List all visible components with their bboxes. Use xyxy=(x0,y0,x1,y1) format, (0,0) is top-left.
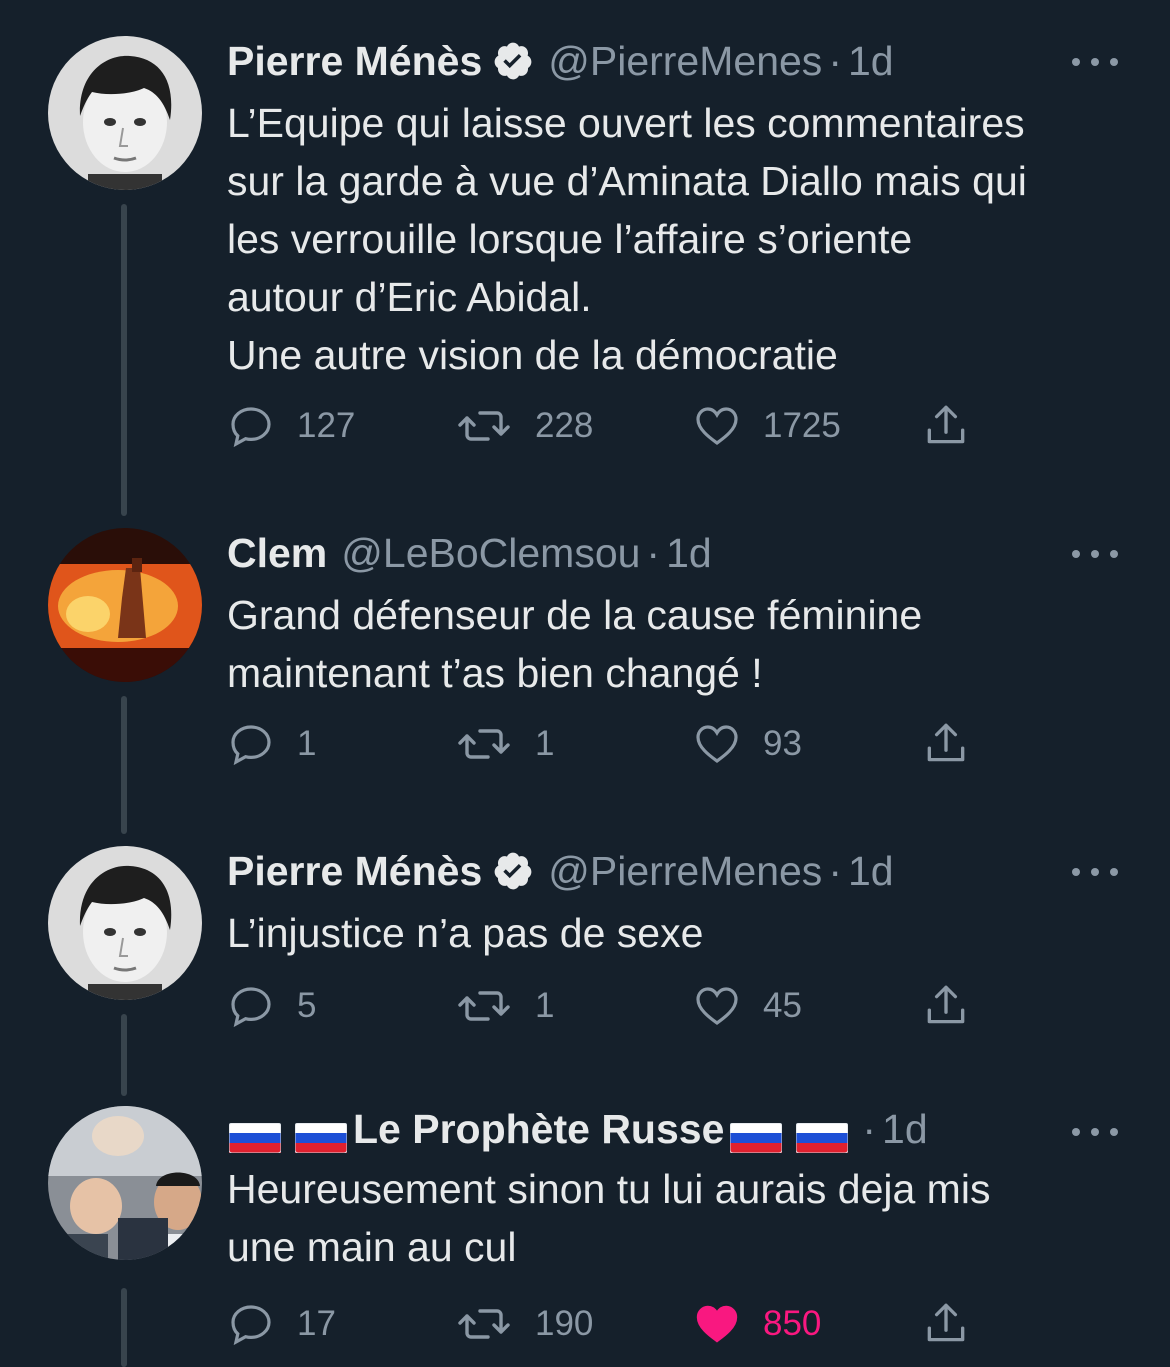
russia-flag-icon xyxy=(795,1114,849,1154)
display-name[interactable]: Pierre Ménès xyxy=(227,36,482,86)
display-name[interactable]: Pierre Ménès xyxy=(227,846,482,896)
retweet-icon xyxy=(457,1300,511,1348)
display-name[interactable]: Clem xyxy=(227,528,327,578)
share-button[interactable] xyxy=(921,399,971,453)
retweet-icon xyxy=(457,402,511,450)
timestamp[interactable]: 1d xyxy=(848,36,894,86)
thread-line xyxy=(121,204,127,516)
retweet-count: 228 xyxy=(535,406,594,445)
russia-flag-icon xyxy=(228,1114,282,1154)
tweet[interactable]: Pierre Ménès @PierreMenes · 1d L’Equipe … xyxy=(0,36,1170,516)
display-name[interactable]: Le Prophète Russe xyxy=(353,1104,724,1154)
tweet-header: Pierre Ménès @PierreMenes · 1d xyxy=(227,36,894,86)
retweet-count: 190 xyxy=(535,1304,594,1343)
tweet-text: Grand défenseur de la cause féminine mai… xyxy=(227,592,923,696)
share-button[interactable] xyxy=(921,717,971,771)
tweet[interactable]: Pierre Ménès @PierreMenes · 1d L’injusti… xyxy=(0,846,1170,1096)
like-button[interactable]: 850 xyxy=(693,1297,821,1351)
reply-button[interactable]: 127 xyxy=(227,399,355,453)
timestamp[interactable]: 1d xyxy=(882,1104,928,1154)
reply-button[interactable]: 1 xyxy=(227,717,316,771)
avatar[interactable] xyxy=(48,846,202,1000)
like-button[interactable]: 93 xyxy=(693,717,802,771)
separator-dot: · xyxy=(862,1106,877,1152)
reply-count: 5 xyxy=(297,986,317,1025)
share-icon xyxy=(921,401,971,451)
like-icon xyxy=(693,402,741,450)
avatar[interactable] xyxy=(48,36,202,190)
handle[interactable]: @PierreMenes xyxy=(548,36,822,86)
reply-icon xyxy=(227,720,275,768)
thread-line xyxy=(121,1288,127,1367)
more-icon[interactable] xyxy=(1072,52,1118,72)
verified-badge-icon xyxy=(492,40,534,82)
like-count: 850 xyxy=(763,1304,822,1343)
like-icon xyxy=(693,1300,741,1348)
retweet-button[interactable]: 1 xyxy=(457,717,554,771)
separator-dot: · xyxy=(828,38,842,84)
tweet-header: Clem @LeBoClemsou · 1d xyxy=(227,528,712,578)
share-icon xyxy=(921,981,971,1031)
separator-dot: · xyxy=(828,848,842,894)
like-button[interactable]: 45 xyxy=(693,979,802,1033)
russia-flag-icon xyxy=(729,1114,783,1154)
russia-flag-icon xyxy=(294,1114,348,1154)
retweet-icon xyxy=(457,720,511,768)
reply-icon xyxy=(227,402,275,450)
separator-dot: · xyxy=(646,530,661,576)
reply-icon xyxy=(227,1300,275,1348)
verified-badge-icon xyxy=(492,850,534,892)
timestamp[interactable]: 1d xyxy=(848,846,894,896)
like-count: 93 xyxy=(763,724,802,763)
reply-button[interactable]: 5 xyxy=(227,979,316,1033)
more-icon[interactable] xyxy=(1072,544,1118,564)
share-icon xyxy=(921,1299,971,1349)
like-button[interactable]: 1725 xyxy=(693,399,841,453)
more-icon[interactable] xyxy=(1072,1122,1118,1142)
reply-button[interactable]: 17 xyxy=(227,1297,336,1351)
share-icon xyxy=(921,719,971,769)
tweet-text: L’injustice n’a pas de sexe xyxy=(227,910,704,956)
like-icon xyxy=(693,720,741,768)
tweet-text: L’Equipe qui laisse ouvert les commentai… xyxy=(227,100,1027,378)
retweet-count: 1 xyxy=(535,724,555,763)
reply-count: 17 xyxy=(297,1304,336,1343)
timestamp[interactable]: 1d xyxy=(666,528,712,578)
action-bar: 127 228 1725 xyxy=(227,399,987,453)
retweet-button[interactable]: 228 xyxy=(457,399,593,453)
tweet-header: Pierre Ménès @PierreMenes · 1d xyxy=(227,846,894,896)
like-icon xyxy=(693,982,741,1030)
share-button[interactable] xyxy=(921,1297,971,1351)
more-icon[interactable] xyxy=(1072,862,1118,882)
tweet[interactable]: Le Prophète Russe · 1d Heureusement sino… xyxy=(0,1106,1170,1367)
handle[interactable]: @PierreMenes xyxy=(548,846,822,896)
like-count: 1725 xyxy=(763,406,841,445)
tweet-text: Heureusement sinon tu lui aurais deja mi… xyxy=(227,1166,991,1270)
avatar[interactable] xyxy=(48,1106,202,1260)
avatar[interactable] xyxy=(48,528,202,682)
reply-icon xyxy=(227,982,275,1030)
retweet-button[interactable]: 190 xyxy=(457,1297,593,1351)
handle[interactable]: @LeBoClemsou xyxy=(341,528,640,578)
action-bar: 5 1 45 xyxy=(227,979,987,1033)
reply-count: 1 xyxy=(297,724,317,763)
thread-line xyxy=(121,1014,127,1096)
retweet-count: 1 xyxy=(535,986,555,1025)
tweet[interactable]: Clem @LeBoClemsou · 1d Grand défenseur d… xyxy=(0,528,1170,834)
retweet-icon xyxy=(457,982,511,1030)
action-bar: 1 1 93 xyxy=(227,717,987,771)
share-button[interactable] xyxy=(921,979,971,1033)
like-count: 45 xyxy=(763,986,802,1025)
retweet-button[interactable]: 1 xyxy=(457,979,554,1033)
action-bar: 17 190 850 xyxy=(227,1297,987,1351)
thread-line xyxy=(121,696,127,834)
reply-count: 127 xyxy=(297,406,356,445)
tweet-header: Le Prophète Russe · 1d xyxy=(227,1104,928,1154)
